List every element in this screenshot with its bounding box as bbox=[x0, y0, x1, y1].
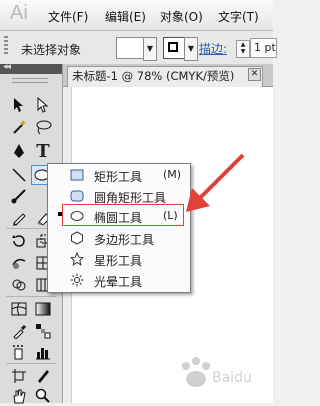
selection-tool-icon[interactable] bbox=[8, 95, 30, 115]
svg-text:Baidu: Baidu bbox=[212, 370, 252, 386]
flyout-item-label: 多边形工具 bbox=[94, 233, 155, 247]
app-logo: Ai bbox=[10, 2, 28, 24]
annotation-arrow-icon bbox=[186, 153, 245, 212]
star-icon bbox=[70, 252, 84, 266]
stroke-label-link[interactable]: 描边: bbox=[199, 40, 227, 57]
stroke-weight-stepper[interactable]: ▲ ▼ bbox=[236, 40, 250, 58]
polygon-icon bbox=[70, 231, 84, 245]
control-bar-grip[interactable] bbox=[4, 36, 8, 56]
zoom-tool-icon[interactable] bbox=[32, 386, 54, 406]
rounded-rectangle-icon bbox=[70, 189, 84, 203]
flyout-item-label: 星形工具 bbox=[94, 254, 143, 268]
baidu-watermark-logo: Baidu bbox=[182, 357, 252, 387]
flyout-item-rounded-rectangle[interactable]: 圆角矩形工具 bbox=[48, 186, 188, 206]
annotation-highlight-box bbox=[62, 204, 184, 226]
shape-builder-tool-icon[interactable] bbox=[8, 275, 30, 295]
tools-panel-grip[interactable] bbox=[12, 78, 48, 83]
artboard-tool-icon[interactable] bbox=[8, 366, 30, 386]
flare-icon bbox=[70, 273, 84, 287]
flyout-item-flare[interactable]: 光晕工具 bbox=[48, 270, 188, 290]
menu-file[interactable]: 文件(F) bbox=[48, 8, 88, 25]
hand-tool-icon[interactable] bbox=[8, 386, 30, 406]
selection-status: 未选择对象 bbox=[21, 43, 82, 57]
fill-swatch[interactable] bbox=[116, 37, 144, 59]
slice-tool-icon[interactable] bbox=[32, 366, 54, 386]
blend-tool-icon[interactable] bbox=[32, 321, 54, 341]
flyout-item-label: 矩形工具 bbox=[94, 170, 143, 184]
paintbrush-tool-icon[interactable] bbox=[8, 186, 30, 206]
close-icon[interactable]: ✕ bbox=[248, 68, 261, 81]
rectangle-icon bbox=[70, 168, 84, 182]
symbol-sprayer-tool-icon[interactable] bbox=[8, 342, 30, 362]
fill-dropdown-button[interactable]: ▼ bbox=[143, 37, 157, 61]
tool-divider bbox=[6, 296, 56, 297]
document-tab-title: 未标题-1 @ 78% (CMYK/预览) bbox=[72, 69, 235, 83]
tool-divider bbox=[6, 363, 56, 364]
menu-edit[interactable]: 编辑(E) bbox=[105, 8, 146, 25]
gradient-tool-icon[interactable] bbox=[32, 299, 54, 319]
flyout-item-polygon[interactable]: 多边形工具 bbox=[48, 228, 188, 248]
flyout-item-rectangle[interactable]: 矩形工具 (M) bbox=[48, 165, 188, 185]
menu-type[interactable]: 文字(T) bbox=[218, 8, 259, 25]
pen-tool-icon[interactable] bbox=[8, 141, 30, 161]
column-graph-tool-icon[interactable] bbox=[32, 342, 54, 362]
warp-tool-icon[interactable] bbox=[8, 253, 30, 273]
direct-selection-tool-icon[interactable] bbox=[32, 95, 54, 115]
collapse-panel-icon[interactable]: ◂◂ bbox=[3, 62, 11, 72]
line-segment-tool-icon[interactable] bbox=[8, 165, 30, 185]
rotate-tool-icon[interactable] bbox=[8, 231, 30, 251]
flyout-item-label: 光晕工具 bbox=[94, 275, 143, 289]
stroke-swatch-inner bbox=[168, 42, 178, 52]
eyedropper-tool-icon[interactable] bbox=[8, 321, 30, 341]
lasso-tool-icon[interactable] bbox=[32, 117, 54, 137]
pencil-tool-icon[interactable] bbox=[8, 208, 30, 228]
flyout-item-star[interactable]: 星形工具 bbox=[48, 249, 188, 269]
flyout-item-shortcut: (M) bbox=[163, 168, 182, 181]
type-tool-icon[interactable]: T bbox=[32, 141, 54, 162]
stroke-weight-input[interactable]: 1 pt bbox=[250, 38, 277, 58]
menu-object[interactable]: 对象(O) bbox=[160, 8, 203, 25]
mesh-tool-icon[interactable] bbox=[8, 299, 30, 319]
stroke-dropdown-button[interactable]: ▼ bbox=[184, 37, 198, 61]
magic-wand-tool-icon[interactable] bbox=[8, 117, 30, 137]
